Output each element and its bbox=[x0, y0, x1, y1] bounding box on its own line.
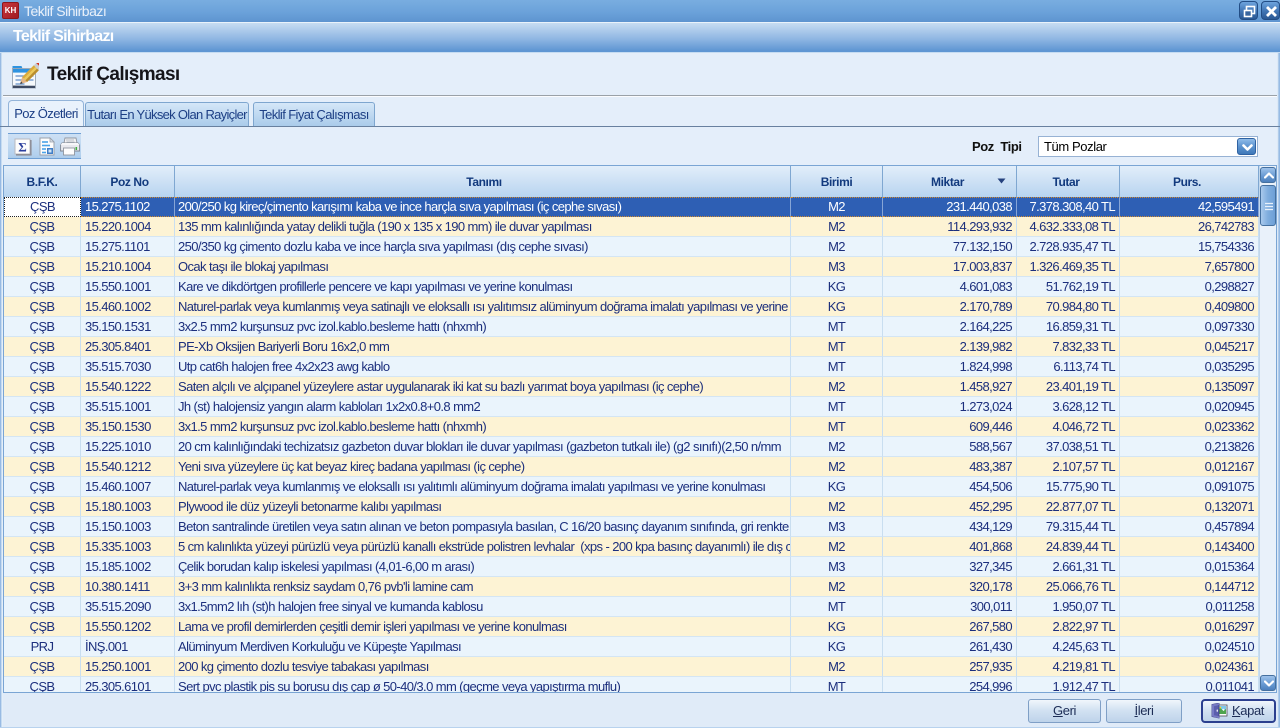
svg-text:Σ: Σ bbox=[18, 140, 27, 155]
